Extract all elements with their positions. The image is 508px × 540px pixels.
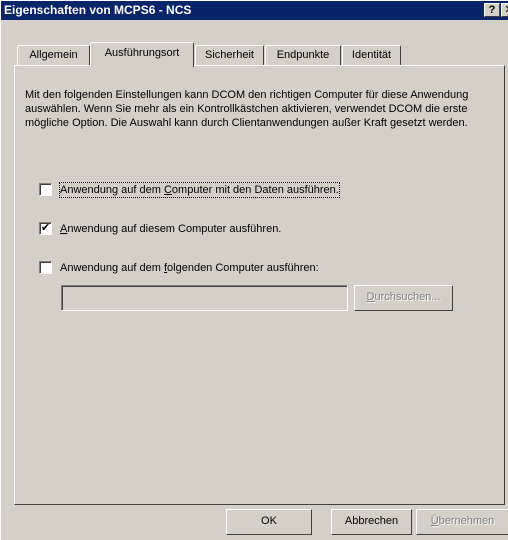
- ok-button[interactable]: OK: [226, 509, 312, 535]
- tab-label: Sicherheit: [205, 49, 254, 61]
- window-title: Eigenschaften von MCPS6 - NCS: [4, 3, 192, 17]
- option-label: Anwendung auf dem Computer mit den Daten…: [59, 182, 340, 198]
- close-icon: ✕: [504, 4, 508, 16]
- description-text: Mit den folgenden Einstellungen kann DCO…: [25, 89, 469, 129]
- tab-sicherheit[interactable]: Sicherheit: [195, 45, 264, 65]
- properties-dialog: Eigenschaften von MCPS6 - NCS ? ✕ Allgem…: [0, 0, 508, 540]
- check-mark-icon: ✔: [40, 222, 51, 234]
- browse-button[interactable]: Durchsuchen...: [354, 285, 453, 311]
- cancel-button[interactable]: Abbrechen: [331, 509, 412, 535]
- ok-label: OK: [261, 515, 277, 527]
- apply-label: bernehmen: [438, 515, 495, 527]
- tab-ausfuehrungsort[interactable]: Ausführungsort: [90, 42, 194, 67]
- title-bar[interactable]: Eigenschaften von MCPS6 - NCS ? ✕: [1, 1, 508, 20]
- tab-label: Ausführungsort: [104, 47, 180, 59]
- close-button[interactable]: ✕: [501, 3, 508, 17]
- tab-label: Identität: [351, 49, 392, 61]
- help-button[interactable]: ?: [484, 3, 500, 17]
- apply-button[interactable]: Übernehmen: [416, 509, 508, 535]
- option-label: Anwendung auf diesem Computer ausführen.: [60, 223, 282, 235]
- apply-mnemonic: Ü: [430, 515, 439, 527]
- tab-endpunkte[interactable]: Endpunkte: [265, 45, 341, 65]
- browse-label: urchsuchen...: [374, 291, 441, 303]
- option-label: Anwendung auf dem folgenden Computer aus…: [60, 262, 319, 274]
- checkbox-checked[interactable]: ✔: [39, 222, 52, 235]
- tab-label: Endpunkte: [276, 49, 330, 61]
- checkbox[interactable]: [39, 261, 52, 274]
- cancel-label: Abbrechen: [344, 515, 399, 527]
- tab-label: Allgemein: [29, 49, 78, 61]
- tab-allgemein[interactable]: Allgemein: [17, 45, 90, 65]
- tab-identitaet[interactable]: Identität: [342, 45, 401, 65]
- help-icon: ?: [488, 4, 496, 16]
- checkbox[interactable]: [39, 183, 52, 196]
- computer-name-input[interactable]: [61, 285, 348, 311]
